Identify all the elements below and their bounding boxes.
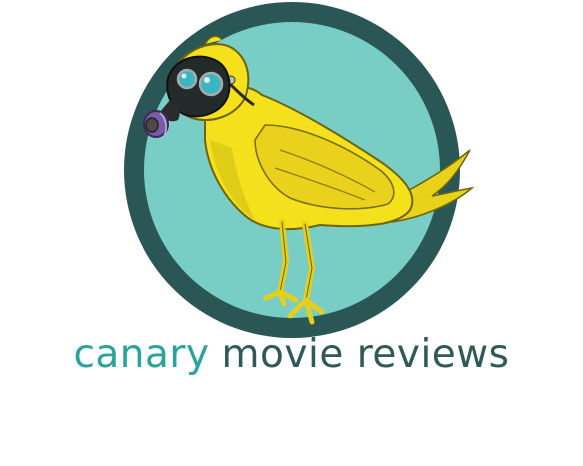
gas-mask-lens-right — [198, 71, 224, 97]
gas-mask-lens-left — [176, 68, 198, 90]
logo: canary movie reviews — [0, 0, 583, 462]
wordmark-movie-reviews: movie reviews — [221, 332, 510, 377]
wordmark-canary: canary — [73, 332, 210, 377]
wordmark: canary movie reviews — [0, 335, 583, 374]
canary-gas-mask-icon — [124, 2, 475, 338]
